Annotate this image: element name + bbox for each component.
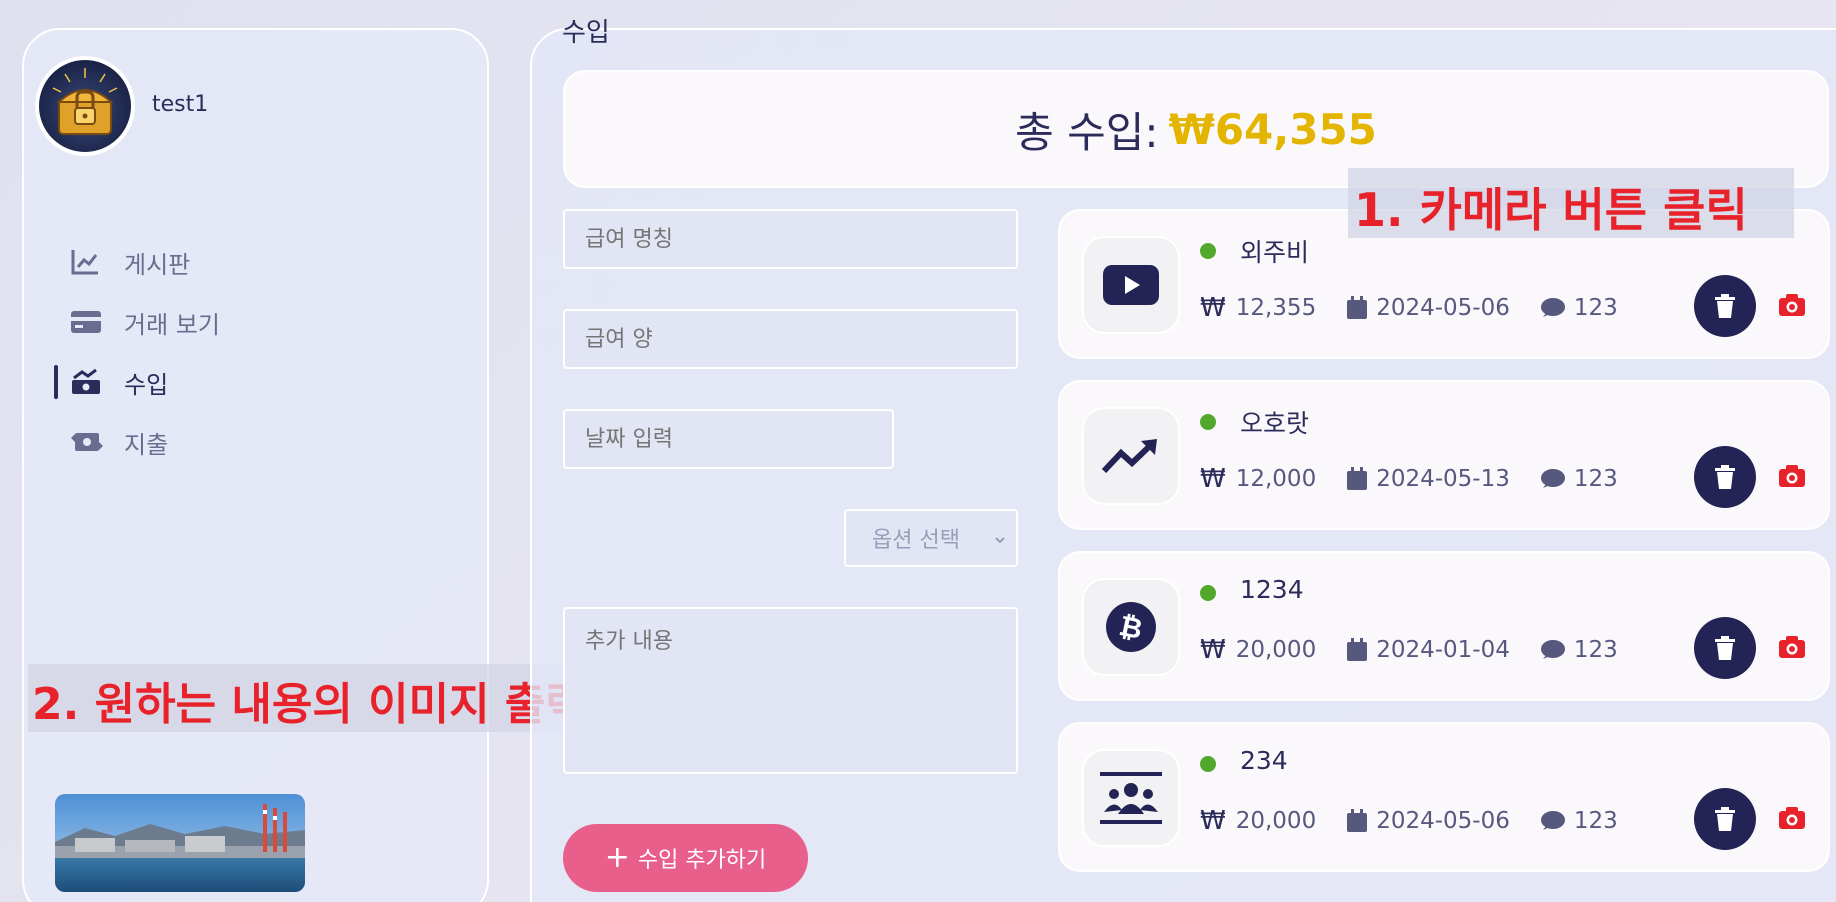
income-item-date: 2024-05-06	[1376, 295, 1510, 321]
annotation-step-1: 1. 카메라 버튼 클릭	[1348, 168, 1794, 238]
income-amount-input[interactable]	[563, 309, 1018, 369]
delete-button[interactable]	[1694, 617, 1756, 679]
income-item-meta: ₩ 20,000 2024-05-06 123	[1200, 806, 1618, 836]
users-icon	[1082, 749, 1180, 847]
trash-icon	[1715, 807, 1735, 831]
income-item-amount: 12,000	[1235, 466, 1317, 492]
camera-button[interactable]	[1778, 293, 1806, 317]
income-item-date: 2024-01-04	[1376, 637, 1510, 663]
camera-icon	[1779, 465, 1805, 487]
income-name-input[interactable]	[563, 209, 1018, 269]
money-exchange-icon	[70, 427, 110, 457]
add-income-label: 수입 추가하기	[637, 848, 767, 873]
delete-button[interactable]	[1694, 446, 1756, 508]
status-dot	[1200, 414, 1216, 430]
delete-button[interactable]	[1694, 275, 1756, 337]
won-icon: ₩	[1200, 806, 1226, 836]
username: test1	[152, 92, 209, 117]
nav-item-label: 수입	[124, 370, 169, 399]
income-item-comment: 123	[1573, 808, 1618, 834]
camera-icon	[1779, 294, 1805, 316]
comment-icon	[1540, 297, 1566, 319]
income-item-name: 234	[1240, 746, 1288, 775]
income-item-amount: 20,000	[1235, 808, 1317, 834]
total-label: 총 수입:	[1015, 107, 1159, 157]
note-textarea[interactable]	[563, 607, 1018, 774]
status-dot	[1200, 756, 1216, 772]
comment-icon	[1540, 639, 1566, 661]
section-title: 수입	[562, 18, 610, 44]
calendar-icon	[1346, 638, 1368, 662]
nav-item-expense[interactable]: 지출	[50, 412, 410, 472]
income-item-meta: ₩ 12,000 2024-05-13 123	[1200, 464, 1618, 494]
income-item-comment: 123	[1573, 637, 1618, 663]
won-icon: ₩	[1200, 293, 1226, 323]
chart-line-icon	[70, 247, 110, 277]
nav-item-label: 지출	[124, 430, 169, 459]
add-income-button[interactable]: + 수입 추가하기	[563, 824, 808, 892]
nav-item-dashboard[interactable]: 게시판	[50, 232, 410, 292]
nav-item-label: 거래 보기	[124, 310, 220, 339]
nav-item-transactions[interactable]: 거래 보기	[50, 292, 410, 352]
camera-button[interactable]	[1778, 806, 1806, 830]
income-item-name: 1234	[1240, 575, 1304, 604]
income-item-name: 외주비	[1240, 238, 1310, 267]
income-item-meta: ₩ 12,355 2024-05-06 123	[1200, 293, 1618, 323]
won-icon: ₩	[1200, 464, 1226, 494]
income-item-meta: ₩ 20,000 2024-01-04 123	[1200, 635, 1618, 665]
income-item-amount: 12,355	[1235, 295, 1317, 321]
comment-icon	[1540, 468, 1566, 490]
credit-card-icon	[70, 307, 110, 337]
income-item-date: 2024-05-06	[1376, 808, 1510, 834]
status-dot	[1200, 585, 1216, 601]
delete-button[interactable]	[1694, 788, 1756, 850]
income-item: ₿ 1234 ₩ 20,000 2024-01-04 123	[1058, 551, 1830, 701]
camera-icon	[1779, 807, 1805, 829]
date-input[interactable]	[563, 409, 894, 469]
nav-item-label: 게시판	[124, 250, 191, 279]
trash-icon	[1715, 465, 1735, 489]
income-item-date: 2024-05-13	[1376, 466, 1510, 492]
won-icon: ₩	[1200, 635, 1226, 665]
trend-up-icon	[1082, 407, 1180, 505]
avatar[interactable]	[35, 56, 135, 156]
income-item: 234 ₩ 20,000 2024-05-06 123	[1058, 722, 1830, 872]
option-select[interactable]: 옵션 선택	[844, 509, 1018, 567]
comment-icon	[1540, 810, 1566, 832]
sidebar-nav: 게시판 거래 보기 수입 지출	[50, 232, 410, 472]
youtube-icon	[1082, 236, 1180, 334]
calendar-icon	[1346, 809, 1368, 833]
income-item-amount: 20,000	[1235, 637, 1317, 663]
camera-icon	[1779, 636, 1805, 658]
income-item-comment: 123	[1573, 466, 1618, 492]
option-select-value: 옵션 선택	[872, 528, 960, 553]
money-trend-icon	[70, 367, 110, 397]
income-item-name: 오호랏	[1240, 409, 1310, 438]
nav-item-income[interactable]: 수입	[50, 352, 410, 412]
trash-icon	[1715, 294, 1735, 318]
calendar-icon	[1346, 467, 1368, 491]
plus-icon: +	[604, 840, 630, 875]
treasure-chest-icon	[52, 68, 118, 135]
camera-button[interactable]	[1778, 635, 1806, 659]
bitcoin-icon: ₿	[1082, 578, 1180, 676]
total-amount: ₩64,355	[1168, 104, 1377, 154]
camera-button[interactable]	[1778, 464, 1806, 488]
income-item: 오호랏 ₩ 12,000 2024-05-13 123	[1058, 380, 1830, 530]
calendar-icon	[1346, 296, 1368, 320]
income-item-comment: 123	[1573, 295, 1618, 321]
output-image	[55, 794, 305, 892]
trash-icon	[1715, 636, 1735, 660]
status-dot	[1200, 243, 1216, 259]
chevron-down-icon	[994, 526, 1006, 551]
